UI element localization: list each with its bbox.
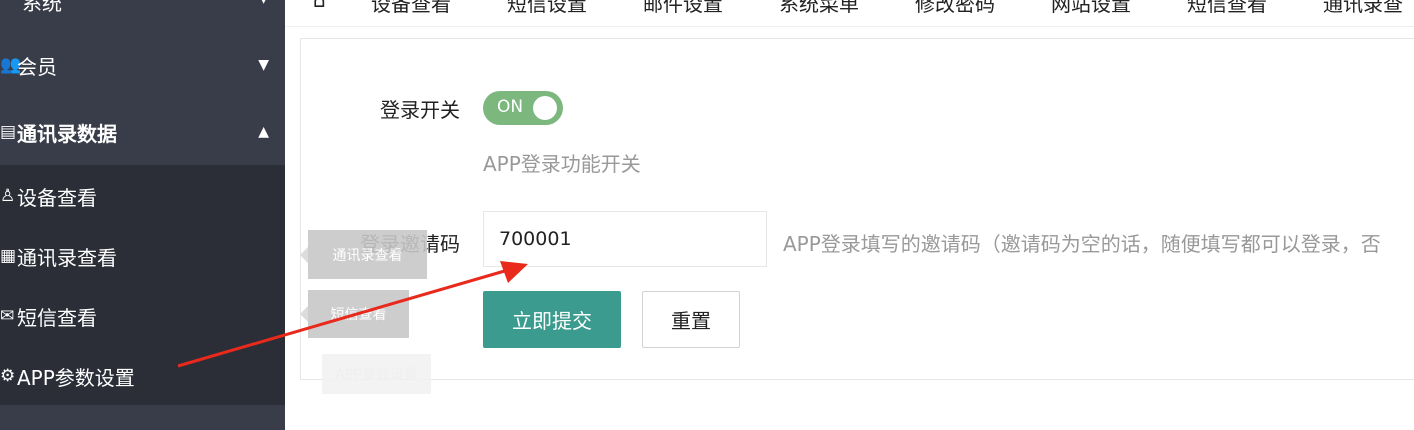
tooltip-contacts-view: 通讯录查看 <box>308 230 427 279</box>
sidebar: 系统 ▼ 👥 会员 ▼ ▤ 通讯录数据 ▲ ♙ 设备查看 ▦ 通讯录查看 ✉ 短… <box>0 0 285 430</box>
login-switch-label: 登录开关 <box>380 98 460 122</box>
envelope-icon: ✉ <box>0 306 15 326</box>
gear-icon: ⚙ <box>0 366 16 386</box>
tab-sms-settings[interactable]: 短信设置 <box>507 0 587 17</box>
settings-card <box>300 38 1414 380</box>
invite-code-input[interactable] <box>483 211 767 267</box>
toggle-state-text: ON <box>497 97 524 117</box>
toggle-knob <box>533 96 557 120</box>
sidebar-item-app-settings[interactable]: ⚙ APP参数设置 <box>0 361 285 391</box>
chevron-up-icon: ▲ <box>258 124 269 140</box>
user-icon: ♙ <box>0 186 16 206</box>
home-icon[interactable]: ⌂ <box>313 0 326 12</box>
sidebar-item-system[interactable]: 系统 ▼ <box>0 0 285 16</box>
phonebook-icon: ▦ <box>0 246 17 266</box>
sidebar-item-label: 设备查看 <box>17 185 97 210</box>
sidebar-item-label: 系统 <box>22 0 62 15</box>
login-toggle[interactable]: ON <box>483 91 563 125</box>
users-icon: 👥 <box>0 55 22 75</box>
tab-sms-view[interactable]: 短信查看 <box>1187 0 1267 17</box>
tooltip-sms-view: 短信查看 <box>308 290 409 338</box>
tooltip-app-settings: APP参数设置 <box>322 354 431 394</box>
chevron-down-icon: ▼ <box>258 57 269 73</box>
sidebar-item-sms-view[interactable]: ✉ 短信查看 <box>0 301 285 331</box>
sidebar-item-label: 会员 <box>17 54 57 79</box>
tab-system-menu[interactable]: 系统菜单 <box>779 0 859 17</box>
tab-bar: ⌂ 设备查看 短信设置 邮件设置 系统菜单 修改密码 网站设置 短信查看 通讯录… <box>285 0 1414 27</box>
chevron-down-icon: ▼ <box>258 0 269 6</box>
sidebar-item-device-view[interactable]: ♙ 设备查看 <box>0 181 285 211</box>
sidebar-item-contacts-data[interactable]: ▤ 通讯录数据 ▲ <box>0 117 285 147</box>
reset-button[interactable]: 重置 <box>642 291 740 348</box>
tab-device-view[interactable]: 设备查看 <box>371 0 451 17</box>
switch-hint: APP登录功能开关 <box>483 152 641 176</box>
sidebar-item-label: 短信查看 <box>17 305 97 330</box>
sidebar-item-members[interactable]: 👥 会员 ▼ <box>0 50 285 80</box>
list-icon: ▤ <box>0 122 17 142</box>
tab-contacts[interactable]: 通讯录查 <box>1323 0 1403 17</box>
tab-change-password[interactable]: 修改密码 <box>915 0 995 17</box>
tab-mail-settings[interactable]: 邮件设置 <box>643 0 723 17</box>
sidebar-item-label: 通讯录数据 <box>17 121 117 146</box>
submit-button[interactable]: 立即提交 <box>483 291 621 348</box>
sidebar-item-label: APP参数设置 <box>17 365 135 390</box>
sidebar-item-label: 通讯录查看 <box>17 245 117 270</box>
tooltip-pointer <box>300 247 308 263</box>
invite-code-hint: APP登录填写的邀请码（邀请码为空的话，随便填写都可以登录，否 <box>783 232 1381 256</box>
tooltip-pointer <box>300 306 308 322</box>
tab-site-settings[interactable]: 网站设置 <box>1051 0 1131 17</box>
sidebar-item-contacts-view[interactable]: ▦ 通讯录查看 <box>0 241 285 271</box>
